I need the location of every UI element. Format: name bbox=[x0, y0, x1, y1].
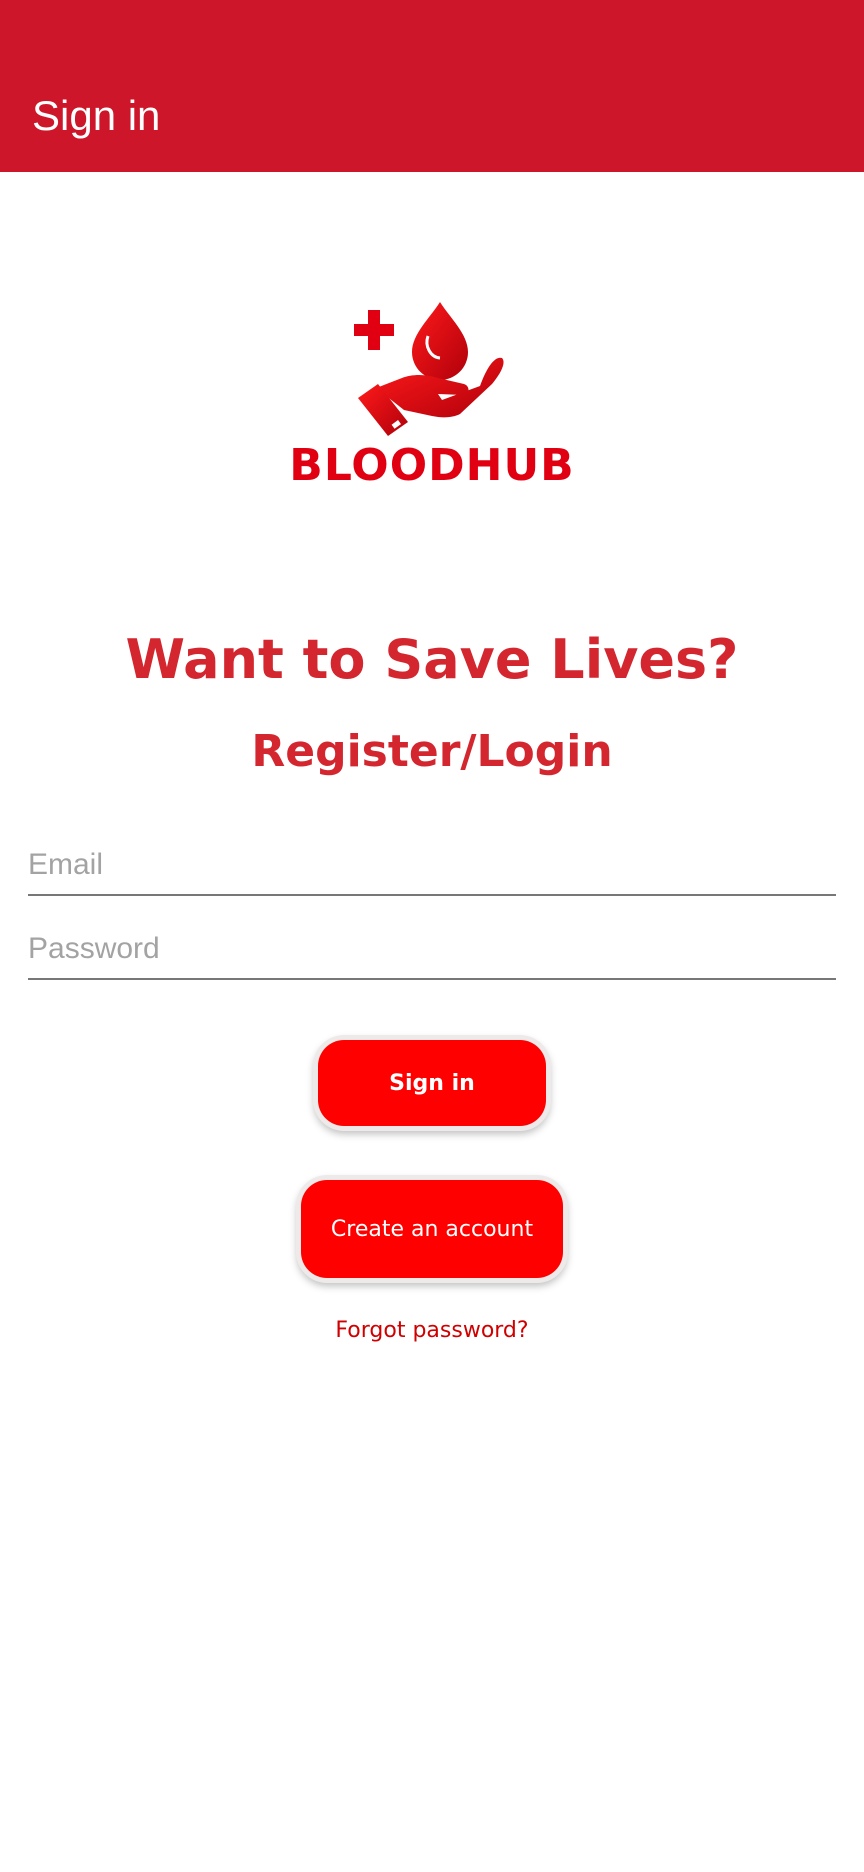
sign-in-button[interactable]: Sign in bbox=[318, 1040, 546, 1126]
password-field[interactable] bbox=[28, 920, 836, 980]
headline: Want to Save Lives? bbox=[125, 628, 739, 691]
forgot-password-link[interactable]: Forgot password? bbox=[0, 1318, 864, 1343]
email-field[interactable] bbox=[28, 836, 836, 896]
page-title: Sign in bbox=[32, 92, 161, 139]
create-account-button[interactable]: Create an account bbox=[301, 1180, 563, 1278]
app-bar: Sign in bbox=[0, 0, 864, 172]
subheadline: Register/Login bbox=[251, 726, 613, 777]
brand-name: BLOODHUB bbox=[289, 440, 575, 491]
